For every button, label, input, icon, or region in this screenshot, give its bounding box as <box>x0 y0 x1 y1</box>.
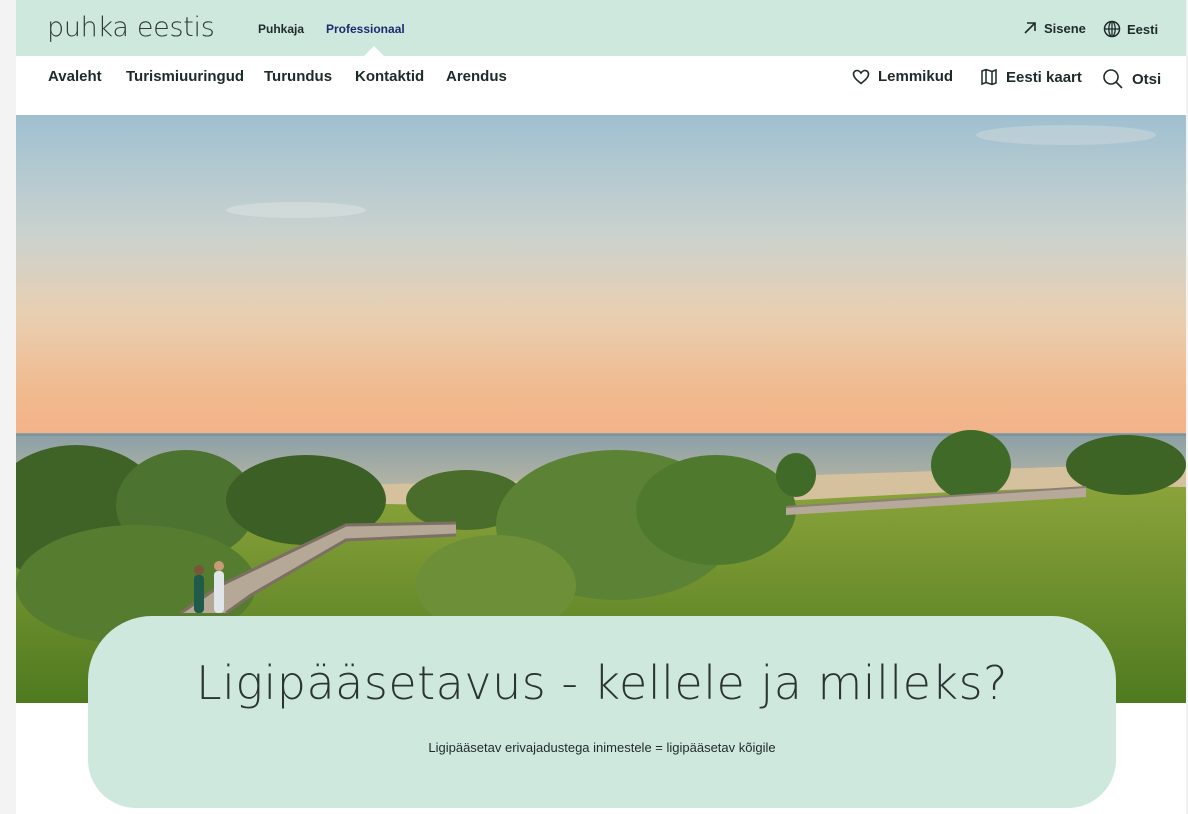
arrow-up-right-icon <box>1024 22 1036 34</box>
search-label: Otsi <box>1132 70 1162 88</box>
search-icon <box>1103 69 1123 89</box>
language-selector[interactable]: Eesti <box>1103 20 1158 38</box>
tab-puhkaja[interactable]: Puhkaja <box>258 22 304 36</box>
heart-icon <box>852 69 870 85</box>
nav-turundus[interactable]: Turundus <box>264 68 332 85</box>
search-link[interactable]: Otsi <box>1102 68 1161 90</box>
tab-professionaal[interactable]: Professionaal <box>326 22 405 36</box>
nav-avaleht[interactable]: Avaleht <box>48 68 102 85</box>
estonia-map-label: Eesti kaart <box>1006 68 1082 86</box>
map-icon <box>981 68 997 86</box>
nav-turismiuuringud[interactable]: Turismiuuringud <box>126 68 244 85</box>
estonia-map-link[interactable]: Eesti kaart <box>980 68 1082 86</box>
favorites-link[interactable]: Lemmikud <box>852 68 953 85</box>
globe-icon <box>1103 20 1121 38</box>
page-title: Ligipääsetavus - kellele ja milleks? <box>196 656 1008 710</box>
nav-kontaktid[interactable]: Kontaktid <box>355 68 424 85</box>
main-nav: Avaleht Turismiuuringud Turundus Kontakt… <box>16 56 1186 115</box>
hero-image <box>16 115 1186 703</box>
active-tab-caret <box>364 46 384 56</box>
brand-logo[interactable]: puhka eestis <box>47 12 215 43</box>
hero-title-card: Ligipääsetavus - kellele ja milleks? Lig… <box>88 616 1116 808</box>
page: puhka eestis Puhkaja Professionaal Sisen… <box>16 0 1186 814</box>
favorites-label: Lemmikud <box>878 68 954 85</box>
top-bar: puhka eestis Puhkaja Professionaal Sisen… <box>16 0 1186 56</box>
language-label: Eesti <box>1127 21 1159 37</box>
nav-arendus[interactable]: Arendus <box>446 68 507 85</box>
login-link[interactable]: Sisene <box>1022 20 1086 36</box>
login-label: Sisene <box>1044 20 1086 36</box>
page-subtitle: Ligipääsetav erivajadustega inimestele =… <box>428 740 776 755</box>
